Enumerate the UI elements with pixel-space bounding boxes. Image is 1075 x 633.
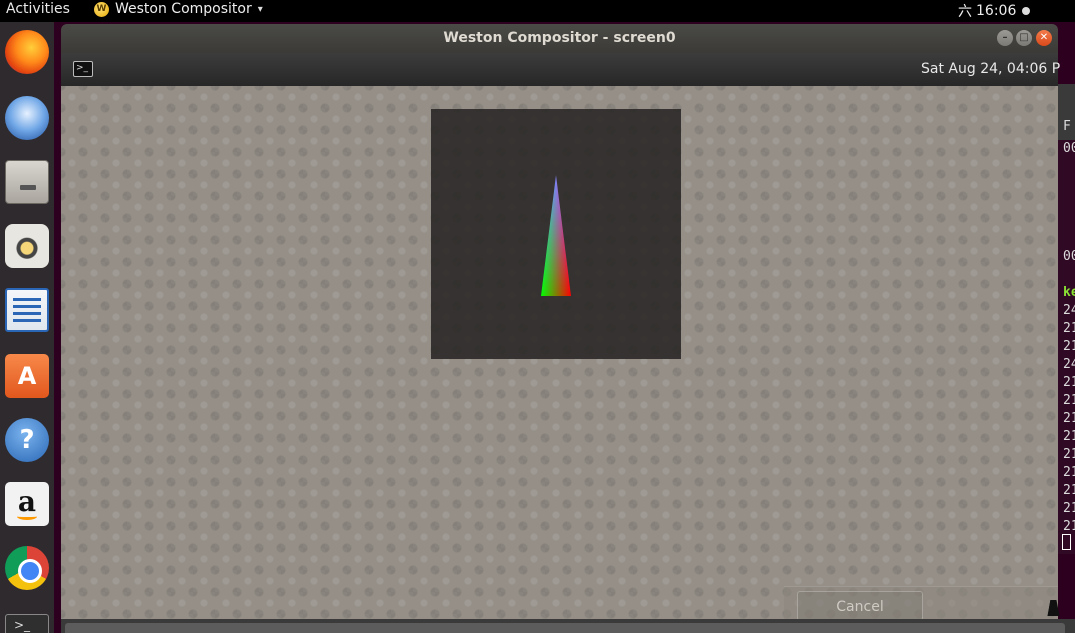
terminal-line: 24 [1063, 303, 1075, 318]
window-title: Weston Compositor - screen0 [443, 30, 676, 46]
dialog-remnant: Cancel [784, 586, 1058, 619]
clock[interactable]: 六 16:06 [958, 1, 1031, 21]
firefox-icon[interactable] [5, 30, 49, 74]
terminal-line: 21 [1063, 393, 1075, 408]
weston-panel: >_ Sat Aug 24, 04:06 P [61, 53, 1061, 86]
chrome-icon[interactable] [5, 546, 49, 590]
files-icon[interactable] [5, 160, 49, 204]
clock-day: 六 [958, 4, 972, 20]
help-icon[interactable]: ? [5, 418, 49, 462]
terminal-line: 21 [1063, 375, 1075, 390]
terminal-line: F [1063, 119, 1071, 134]
window-frame-edge [65, 623, 1065, 633]
ubuntu-software-icon[interactable]: A [5, 354, 49, 398]
notification-dot-icon [1022, 7, 1031, 15]
simple-egl-client-window[interactable] [431, 109, 681, 359]
terminal-line: 00 [1063, 249, 1075, 264]
terminal-launcher-icon[interactable]: >_ [73, 61, 93, 77]
weston-app-icon: W [94, 1, 109, 17]
terminal-icon[interactable]: >_ [5, 614, 49, 633]
terminal-line: 21 [1063, 519, 1075, 534]
chevron-down-icon: ▾ [257, 3, 263, 15]
terminal-line: 21 [1063, 447, 1075, 462]
terminal-line: 00 [1063, 141, 1075, 156]
terminal-line: 21 [1063, 321, 1075, 336]
amazon-icon[interactable]: a [5, 482, 49, 526]
terminal-line: 21 [1063, 339, 1075, 354]
window-titlebar[interactable]: Weston Compositor - screen0 – □ ✕ [61, 24, 1058, 53]
gradient-triangle [541, 175, 571, 296]
mouse-pointer-icon [1047, 600, 1063, 616]
app-menu-label: Weston Compositor [115, 1, 252, 17]
terminal-line: 21 [1063, 501, 1075, 516]
libreoffice-writer-icon[interactable] [5, 288, 49, 332]
minimize-button[interactable]: – [997, 30, 1013, 46]
triangle-blue-layer [541, 175, 571, 296]
terminal-line: ke [1063, 285, 1075, 300]
weston-panel-clock: Sat Aug 24, 04:06 P [921, 61, 1061, 77]
terminal-line: 21 [1063, 411, 1075, 426]
rhythmbox-icon[interactable] [5, 224, 49, 268]
terminal-line: 21 [1063, 429, 1075, 444]
launcher-dock: A ? a >_ [0, 22, 54, 633]
close-button[interactable]: ✕ [1036, 30, 1052, 46]
activities-button[interactable]: Activities [6, 1, 70, 17]
terminal-line: 21 [1063, 465, 1075, 480]
background-terminal[interactable]: F 00 00 ke 24 21 21 24 21 21 21 21 21 21 21 21 21 [1058, 84, 1075, 554]
clock-time: 16:06 [976, 3, 1017, 19]
cancel-button[interactable]: Cancel [797, 591, 923, 619]
weston-desktop[interactable]: Cancel [61, 86, 1058, 619]
terminal-line: 21 [1063, 483, 1075, 498]
terminal-line: 24 [1063, 357, 1075, 372]
app-menu[interactable]: W Weston Compositor ▾ [94, 1, 263, 17]
top-bar: Activities W Weston Compositor ▾ 六 16:06 [0, 0, 1075, 22]
maximize-button[interactable]: □ [1016, 30, 1032, 46]
thunderbird-icon[interactable] [5, 96, 49, 140]
terminal-cursor [1062, 534, 1071, 550]
bottom-window-strip [61, 619, 1075, 633]
